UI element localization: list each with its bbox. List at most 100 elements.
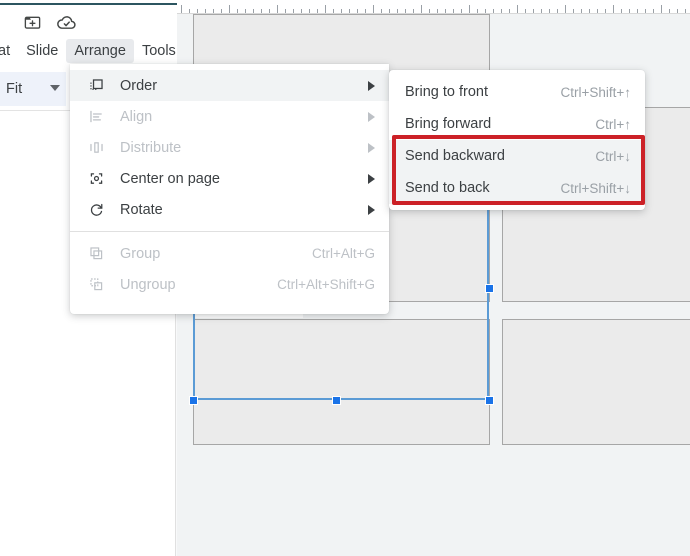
ruler-tick	[645, 9, 646, 13]
ruler-tick	[205, 9, 206, 13]
submenu-item-bring-forward[interactable]: Bring forward Ctrl+↑	[389, 108, 645, 140]
cloud-check-icon[interactable]	[54, 10, 78, 34]
horizontal-ruler	[177, 0, 690, 14]
ruler-tick	[261, 9, 262, 13]
ruler-tick	[293, 9, 294, 13]
chevron-right-icon	[368, 173, 375, 184]
menu-item-label: Distribute	[120, 139, 182, 156]
submenu-item-label: Send backward	[405, 148, 505, 164]
menu-item-shortcut: Ctrl+Alt+G	[311, 246, 375, 261]
menu-item-shortcut: Ctrl+Alt+Shift+G	[277, 277, 375, 292]
ruler-tick	[589, 9, 590, 13]
chevron-down-icon	[50, 85, 60, 91]
shape-bottom-right[interactable]	[502, 319, 690, 445]
ruler-tick	[549, 9, 550, 13]
ruler-tick	[557, 9, 558, 13]
ruler-tick	[453, 9, 454, 13]
submenu-item-shortcut: Ctrl+↓	[595, 148, 631, 164]
submenu-item-shortcut: Ctrl+↑	[595, 116, 631, 132]
selection-handle-bottom-center[interactable]	[332, 396, 341, 405]
ungroup-icon	[86, 275, 106, 295]
menu-item-order[interactable]: Order	[70, 70, 389, 101]
ruler-tick	[285, 9, 286, 13]
slides-window: at Slide Arrange Tools Extensions Help F…	[0, 0, 690, 556]
submenu-item-send-backward[interactable]: Send backward Ctrl+↓	[389, 140, 645, 172]
ruler-tick	[461, 9, 462, 13]
menu-item-center-on-page[interactable]: Center on page	[70, 163, 389, 194]
ruler-tick	[477, 9, 478, 13]
zoom-select[interactable]: Fit	[0, 72, 66, 106]
shape-bottom-left[interactable]	[193, 319, 490, 445]
submenu-item-shortcut: Ctrl+Shift+↑	[560, 84, 631, 100]
ruler-tick	[333, 9, 334, 13]
menu-divider	[70, 231, 389, 232]
ruler-tick	[629, 9, 630, 13]
center-on-page-icon	[86, 169, 106, 189]
chevron-right-icon	[368, 204, 375, 215]
submenu-item-label: Bring forward	[405, 116, 492, 132]
order-submenu[interactable]: Bring to front Ctrl+Shift+↑ Bring forwar…	[389, 70, 645, 210]
distribute-icon	[86, 138, 106, 158]
ruler-tick	[613, 5, 614, 13]
ruler-tick	[397, 9, 398, 13]
chevron-right-icon	[368, 80, 375, 91]
ruler-tick	[341, 9, 342, 13]
ruler-tick	[381, 9, 382, 13]
ruler-tick	[277, 5, 278, 13]
ruler-tick	[493, 9, 494, 13]
ruler-tick	[517, 5, 518, 13]
ruler-tick	[469, 5, 470, 13]
ruler-tick	[445, 9, 446, 13]
menu-item-label: Group	[120, 245, 161, 262]
chevron-right-icon	[368, 111, 375, 122]
menu-item-label: Align	[120, 108, 153, 125]
ruler-tick	[181, 5, 182, 13]
menu-item-group[interactable]: Group Ctrl+Alt+G	[70, 238, 389, 269]
ruler-tick	[317, 9, 318, 13]
add-image-icon[interactable]	[20, 10, 44, 34]
ruler-tick	[685, 9, 686, 13]
menu-item-label: Order	[120, 77, 158, 94]
menu-arrange[interactable]: Arrange	[66, 39, 134, 63]
ruler-tick	[365, 9, 366, 13]
ruler-tick	[229, 5, 230, 13]
submenu-item-send-to-back[interactable]: Send to back Ctrl+Shift+↓	[389, 172, 645, 204]
selection-handle-bottom-left[interactable]	[189, 396, 198, 405]
ruler-tick	[653, 9, 654, 13]
menu-item-rotate[interactable]: Rotate	[70, 194, 389, 225]
ruler-tick	[621, 9, 622, 13]
menu-item-ungroup[interactable]: Ungroup Ctrl+Alt+Shift+G	[70, 269, 389, 300]
ruler-tick	[637, 9, 638, 13]
menu-slide[interactable]: Slide	[18, 39, 66, 63]
ruler-tick	[357, 9, 358, 13]
ruler-tick	[429, 9, 430, 13]
ruler-tick	[301, 9, 302, 13]
ruler-tick	[565, 5, 566, 13]
selection-handle-mid-right[interactable]	[485, 284, 494, 293]
arrange-dropdown-menu[interactable]: Order Align Distribute Center on page Ro…	[70, 64, 389, 314]
menu-format[interactable]: at	[0, 39, 18, 63]
ruler-tick	[501, 9, 502, 13]
ruler-tick	[309, 9, 310, 13]
ruler-tick	[581, 9, 582, 13]
menu-item-align[interactable]: Align	[70, 101, 389, 132]
ruler-tick	[325, 5, 326, 13]
ruler-tick	[677, 9, 678, 13]
selection-handle-bottom-right[interactable]	[485, 396, 494, 405]
ruler-tick	[245, 9, 246, 13]
ruler-tick	[525, 9, 526, 13]
ruler-tick	[373, 5, 374, 13]
submenu-item-bring-to-front[interactable]: Bring to front Ctrl+Shift+↑	[389, 76, 645, 108]
ruler-tick	[237, 9, 238, 13]
align-left-icon	[86, 107, 106, 127]
ruler-tick	[221, 9, 222, 13]
ruler-tick	[197, 9, 198, 13]
submenu-item-shortcut: Ctrl+Shift+↓	[560, 180, 631, 196]
menu-item-label: Ungroup	[120, 276, 176, 293]
menu-item-distribute[interactable]: Distribute	[70, 132, 389, 163]
order-icon	[86, 76, 106, 96]
menu-item-label: Center on page	[120, 170, 220, 187]
ruler-tick	[661, 5, 662, 13]
ruler-tick	[253, 9, 254, 13]
ruler-tick	[533, 9, 534, 13]
